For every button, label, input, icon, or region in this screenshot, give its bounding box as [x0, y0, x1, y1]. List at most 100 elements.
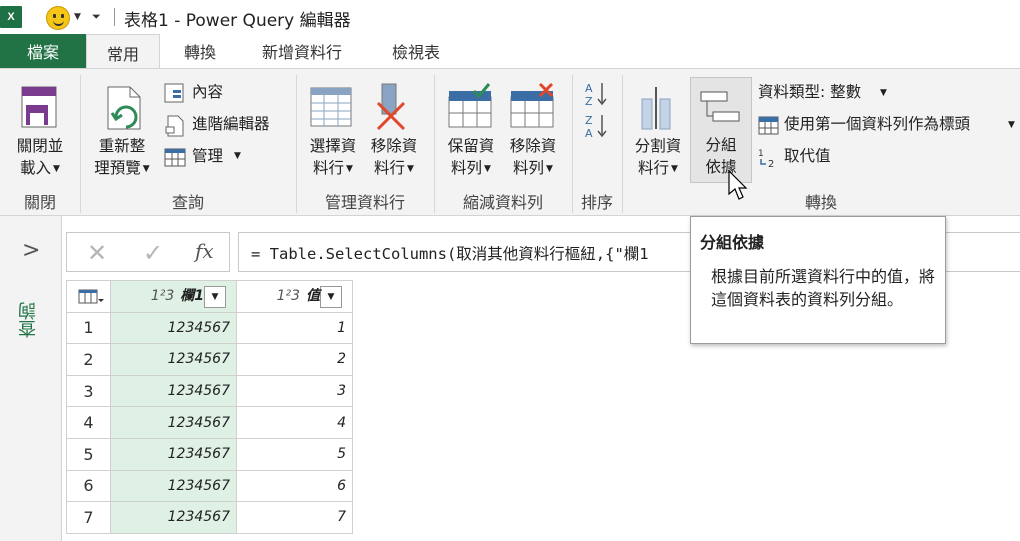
column-name: 欄1 — [180, 287, 204, 304]
tooltip-body: 根據目前所選資料行中的值，將這個資料表的資料列分組。 — [711, 267, 936, 309]
close-load-button[interactable]: 關閉並 載入 ▼ — [6, 77, 74, 185]
remove-rows-button[interactable]: 移除資 料列 ▼ — [502, 77, 564, 185]
group-by-label-1: 分組 — [705, 136, 737, 154]
manage-button[interactable]: 管理 ▼ — [162, 145, 252, 169]
table-row[interactable]: 3 1234567 3 — [66, 374, 353, 408]
remove-columns-button[interactable]: 移除資 料行 ▼ — [364, 77, 424, 185]
formula-text: = Table.SelectColumns(取消其他資料行樞紐,{"欄1 — [251, 245, 649, 263]
cell[interactable]: 2 — [236, 343, 353, 376]
row-number[interactable]: 6 — [66, 469, 111, 503]
table-row[interactable]: 1 1234567 1 — [66, 311, 353, 345]
row-number[interactable]: 2 — [66, 343, 111, 376]
table-row[interactable]: 2 1234567 2 — [66, 343, 353, 376]
svg-text:2: 2 — [768, 159, 774, 169]
cell[interactable]: 1 — [236, 311, 353, 345]
refresh-label-1: 重新整 — [98, 137, 146, 155]
smiley-feedback-icon[interactable] — [46, 6, 70, 30]
queries-pane-label[interactable]: 查詢 — [16, 302, 44, 338]
tab-file[interactable]: 檔案 — [0, 34, 86, 68]
chevron-down-icon: ▼ — [880, 88, 887, 98]
whole-number-type-icon[interactable]: 1²3 — [277, 288, 300, 304]
split-column-icon — [641, 87, 671, 130]
advanced-editor-button[interactable]: 進階編輯器 — [162, 113, 292, 137]
choose-columns-label-2: 料行 — [313, 159, 345, 177]
chevron-down-icon: ▼ — [1008, 120, 1015, 130]
sort-ascending-button[interactable]: A Z — [584, 81, 612, 108]
properties-button[interactable]: 內容 — [162, 81, 282, 105]
table-row[interactable]: 6 1234567 6 — [66, 469, 353, 503]
use-first-row-button[interactable]: 使用第一個資料列作為標頭 ▼ — [756, 113, 1020, 137]
cell[interactable]: 7 — [236, 501, 353, 534]
cell[interactable]: 1234567 — [110, 406, 237, 439]
ribbon: 關閉並 載入 ▼ 重新整 理預覽 ▼ 內容 進階編輯器 管理 ▼ 選擇資 料行 … — [0, 68, 1020, 216]
table-menu-button[interactable] — [66, 280, 111, 313]
remove-rows-label-2-wrap: 料列 ▼ — [502, 157, 564, 180]
split-column-button[interactable]: 分割資 料行 ▼ — [628, 77, 688, 185]
data-type-button[interactable]: 資料類型: 整數 ▼ — [756, 81, 896, 105]
cell[interactable]: 1234567 — [110, 374, 237, 408]
chevron-down-icon[interactable]: ▼ — [74, 12, 81, 22]
column-header-value[interactable]: 1²3 值 ▼ — [236, 280, 353, 313]
table-row[interactable]: 5 1234567 5 — [66, 437, 353, 471]
choose-columns-button[interactable]: 選擇資 料行 ▼ — [302, 77, 364, 185]
window-title: 表格1 - Power Query 編輯器 — [124, 11, 351, 31]
advanced-editor-label: 進階編輯器 — [192, 115, 270, 133]
cell[interactable]: 3 — [236, 374, 353, 408]
sort-ascending-icon: A Z — [585, 82, 607, 108]
table-row[interactable]: 7 1234567 7 — [66, 501, 353, 534]
properties-label: 內容 — [192, 83, 224, 101]
tab-transform[interactable]: 轉換 — [170, 34, 230, 68]
split-column-label-1: 分割資 — [634, 137, 682, 155]
chevron-down-icon: ▼ — [53, 163, 60, 174]
svg-text:A: A — [585, 127, 593, 139]
tab-add-column[interactable]: 新增資料行 — [246, 34, 358, 68]
table-row[interactable]: 4 1234567 4 — [66, 406, 353, 439]
use-first-row-label: 使用第一個資料列作為標頭 — [784, 115, 971, 133]
group-by-button[interactable]: 分組 依據 — [690, 77, 752, 183]
row-number[interactable]: 5 — [66, 437, 111, 471]
check-icon[interactable]: ✓ — [143, 239, 163, 267]
chevron-down-icon: ▼ — [407, 163, 414, 174]
split-column-label-2-wrap: 料行 ▼ — [628, 157, 688, 180]
remove-rows-label-1: 移除資 — [509, 137, 557, 155]
cell[interactable]: 1234567 — [110, 469, 237, 503]
cell[interactable]: 4 — [236, 406, 353, 439]
cancel-icon[interactable]: ✕ — [87, 239, 107, 267]
manage-label: 管理 — [192, 147, 224, 165]
close-load-label-2-wrap: 載入 ▼ — [6, 157, 74, 180]
customize-quick-access-icon[interactable]: ⏷ — [92, 10, 101, 24]
cell[interactable]: 1234567 — [110, 343, 237, 376]
excel-icon[interactable]: X — [0, 6, 22, 28]
cell[interactable]: 6 — [236, 469, 353, 503]
row-number[interactable]: 3 — [66, 374, 111, 408]
refresh-preview-button[interactable]: 重新整 理預覽 ▼ — [86, 77, 158, 185]
filter-dropdown-icon[interactable]: ▼ — [204, 285, 226, 308]
cell[interactable]: 1234567 — [110, 501, 237, 534]
whole-number-type-icon[interactable]: 1²3 — [151, 288, 174, 304]
tab-home[interactable]: 常用 — [86, 34, 160, 70]
keep-rows-button[interactable]: 保留資 料列 ▼ — [440, 77, 502, 185]
cell[interactable]: 1234567 — [110, 311, 237, 345]
refresh-label-2-wrap: 理預覽 ▼ — [86, 157, 158, 180]
remove-columns-label-1: 移除資 — [370, 137, 418, 155]
tab-view[interactable]: 檢視表 — [380, 34, 452, 68]
row-number[interactable]: 4 — [66, 406, 111, 439]
expand-pane-icon[interactable]: > — [22, 238, 40, 263]
divider — [114, 8, 115, 26]
cell[interactable]: 5 — [236, 437, 353, 471]
choose-columns-icon — [310, 87, 352, 127]
row-number[interactable]: 7 — [66, 501, 111, 534]
sort-descending-button[interactable]: Z A — [584, 113, 612, 140]
replace-values-button[interactable]: 1 2 取代值 — [756, 145, 866, 169]
row-number[interactable]: 1 — [66, 311, 111, 345]
cell[interactable]: 1234567 — [110, 437, 237, 471]
remove-columns-icon — [376, 83, 406, 131]
refresh-label-2: 理預覽 — [94, 159, 141, 177]
formula-bar-buttons: ✕ ✓ fx — [66, 232, 230, 272]
column-header-col1[interactable]: 1²3 欄1 ▼ — [110, 280, 237, 313]
sort-descending-icon: Z A — [585, 114, 607, 140]
keep-rows-label-2: 料列 — [451, 159, 483, 177]
filter-dropdown-icon[interactable]: ▼ — [320, 285, 342, 308]
fx-icon[interactable]: fx — [195, 239, 214, 263]
replace-values-label: 取代值 — [784, 147, 831, 165]
